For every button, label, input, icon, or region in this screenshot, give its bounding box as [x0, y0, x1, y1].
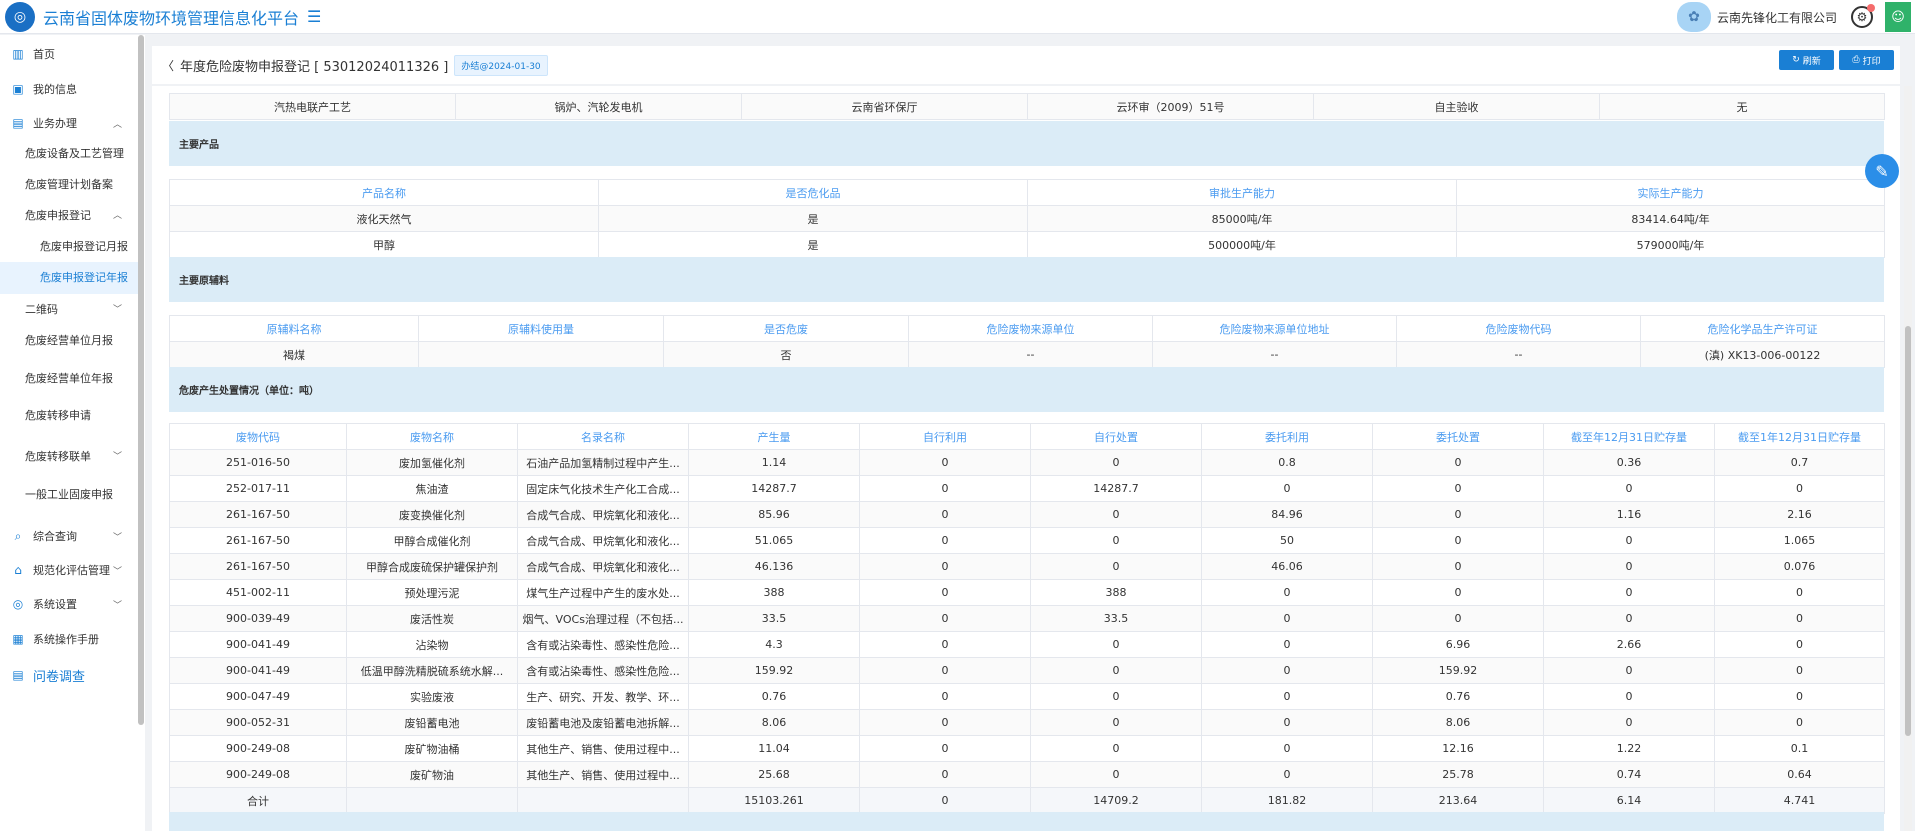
id-card-icon: ▣	[12, 82, 24, 96]
platform-logo: ◎	[5, 1, 35, 32]
home-icon: ⌂	[14, 563, 22, 577]
sidebar-item-monthly[interactable]: 危废申报登记月报	[0, 236, 138, 258]
table-row: 汽热电联产工艺 锅炉、汽轮发电机 云南省环保厅 云环审（2009）51号 自主验…	[169, 93, 1885, 120]
sidebar-item-assessment[interactable]: ⌂ 规范化评估管理 ﹀	[0, 559, 138, 581]
chevron-down-icon: ﹀	[112, 532, 122, 543]
sidebar-item-annual[interactable]: 危废申报登记年报	[0, 262, 138, 294]
chart-icon: ▥	[12, 47, 24, 61]
sidebar-item-query[interactable]: ⌕ 综合查询 ﹀	[0, 525, 138, 547]
avatar[interactable]: ☺	[1885, 2, 1911, 32]
back-arrow-icon[interactable]: 〈	[162, 57, 174, 74]
sidebar-item-equipment[interactable]: 危废设备及工艺管理	[0, 143, 138, 165]
page-header: 〈 年度危险废物申报登记 [ 53012024011326 ] 办结@2024-…	[152, 46, 1900, 84]
sidebar-scrollbar[interactable]	[138, 35, 144, 725]
main-scrollbar[interactable]	[1904, 86, 1912, 831]
table-row: 甲醇 是 500000吨/年 579000吨/年	[169, 231, 1885, 258]
scrollbar-thumb[interactable]	[1905, 326, 1911, 736]
process-table: 汽热电联产工艺 锅炉、汽轮发电机 云南省环保厅 云环审（2009）51号 自主验…	[169, 93, 1885, 120]
search-doc-icon: ⌕	[14, 528, 22, 543]
sidebar-item-operator-annual[interactable]: 危废经营单位年报	[0, 368, 138, 390]
table-row: 900-041-49 低温甲醇洗精脱硫系统水解... 含有或沾染毒性、感染性危险..…	[169, 657, 1885, 684]
refresh-icon: ↻	[1792, 55, 1800, 65]
table-row: 900-039-49 废活性炭 烟气、VOCs治理过程（不包括... 33.5 0 33.…	[169, 605, 1885, 632]
chevron-up-icon: ︿	[112, 119, 122, 130]
table-row: 900-047-49 实验废液 生产、研究、开发、教学、环... 0.76 0 0 0 0.7…	[169, 683, 1885, 710]
printer-icon: ⎙	[1852, 55, 1860, 65]
table-row: 900-249-08 废矿物油 其他生产、销售、使用过程中... 25.68 0 0 0 25…	[169, 761, 1885, 788]
materials-table: 原辅料名称 原辅料使用量 是否危废 危险废物来源单位 危险废物来源单位地址 危险…	[169, 315, 1885, 368]
sidebar-item-plan[interactable]: 危废管理计划备案	[0, 174, 138, 196]
table-row: 261-167-50 甲醇合成催化剂 合成气合成、甲烷氧化和液化... 51.065 0…	[169, 527, 1885, 554]
app-title: 云南省固体废物环境管理信息化平台	[43, 8, 300, 28]
table-row: 251-016-50 废加氢催化剂 石油产品加氢精制过程中产生... 1.14 0 0 0.…	[169, 449, 1885, 476]
manual-icon: ▦	[12, 632, 24, 646]
sidebar-item-transfer-apply[interactable]: 危废转移申请	[0, 405, 138, 427]
chevron-down-icon: ﹀	[112, 452, 122, 462]
menu-toggle-icon[interactable]: ☰	[307, 7, 321, 26]
document-icon: ▤	[12, 116, 24, 130]
chevron-up-icon: ︿	[112, 211, 122, 221]
gear-icon[interactable]: ⚙	[1851, 4, 1875, 28]
table-row: 900-249-08 废矿物油桶 其他生产、销售、使用过程中... 11.04 0 0 0 1…	[169, 735, 1885, 762]
section-products: 主要产品	[169, 121, 1884, 166]
table-row: 液化天然气 是 85000吨/年 83414.64吨/年	[169, 205, 1885, 232]
sidebar-item-settings[interactable]: ◎ 系统设置 ﹀	[0, 593, 138, 615]
table-row: 900-041-49 沾染物 含有或沾染毒性、感染性危险... 4.3 0 0 0 6.96 2…	[169, 631, 1885, 658]
refresh-button[interactable]: ↻ 刷新	[1779, 50, 1834, 70]
section-next	[169, 812, 1884, 831]
target-icon: ◎	[12, 597, 24, 611]
sidebar-item-my-info[interactable]: ▣ 我的信息	[0, 78, 138, 100]
table-row: 261-167-50 甲醇合成废硫保护罐保护剂 合成气合成、甲烷氧化和液化... 46…	[169, 553, 1885, 580]
sidebar-item-manual[interactable]: ▦ 系统操作手册	[0, 628, 138, 650]
table-header-row: 产品名称 是否危化品 审批生产能力 实际生产能力	[169, 179, 1885, 206]
sidebar: ▥ 首页 ▣ 我的信息 ▤ 业务办理 ︿ 危废设备及工艺管理 危废管理计划备案 危废申…	[0, 35, 145, 831]
mascot-icon: ✿	[1676, 2, 1711, 32]
top-bar: ◎ 云南省固体废物环境管理信息化平台 ☰ ✿ 云南先锋化工有限公司 ⚙ ☺	[0, 0, 1915, 34]
sidebar-item-home[interactable]: ▥ 首页	[0, 43, 138, 65]
table-row: 900-052-31 废铅蓄电池 废铅蓄电池及废铅蓄电池拆解... 8.06 0 0 0 8.…	[169, 709, 1885, 736]
table-row: 褐煤 否 -- -- -- (滇) XK13-006-00122	[169, 341, 1885, 368]
sidebar-item-qrcode[interactable]: 二维码 ﹀	[0, 299, 138, 321]
print-button[interactable]: ⎙ 打印	[1839, 50, 1894, 70]
chevron-down-icon: ﹀	[112, 566, 122, 577]
chevron-down-icon: ﹀	[112, 600, 122, 611]
sidebar-item-business[interactable]: ▤ 业务办理 ︿	[0, 112, 138, 134]
sidebar-item-transfer-manifest[interactable]: 危废转移联单 ﹀	[0, 446, 138, 468]
sidebar-item-operator-monthly[interactable]: 危废经营单位月报	[0, 330, 138, 352]
section-waste: 危废产生处置情况（单位：吨）	[169, 367, 1884, 412]
main-content: 汽热电联产工艺 锅炉、汽轮发电机 云南省环保厅 云环审（2009）51号 自主验…	[152, 86, 1900, 831]
sidebar-item-survey[interactable]: ▤ 问卷调查	[0, 662, 138, 688]
table-header-row: 原辅料名称 原辅料使用量 是否危废 危险废物来源单位 危险废物来源单位地址 危险…	[169, 315, 1885, 342]
section-materials: 主要原辅料	[169, 257, 1884, 302]
products-table: 产品名称 是否危化品 审批生产能力 实际生产能力 液化天然气 是 85000吨/…	[169, 179, 1885, 258]
table-row: 451-002-11 预处理污泥 煤气生产过程中产生的废水处... 388 0 388 0 0…	[169, 579, 1885, 606]
waste-table: 废物代码 废物名称 名录名称 产生量 自行利用 自行处置 委托利用 委托处置 截至年12月31日…	[169, 423, 1885, 814]
sidebar-item-declaration[interactable]: 危废申报登记 ︿	[0, 205, 138, 227]
table-row: 261-167-50 废变换催化剂 合成气合成、甲烷氧化和液化... 85.96 0 0 8…	[169, 501, 1885, 528]
table-header-row: 废物代码 废物名称 名录名称 产生量 自行利用 自行处置 委托利用 委托处置 截至年12月31日…	[169, 423, 1885, 450]
table-total-row: 合计 15103.261 0 14709.2 181.82 213.64 6.14 4.741	[169, 787, 1885, 814]
chevron-down-icon: ﹀	[112, 305, 122, 315]
status-badge: 办结@2024-01-30	[454, 54, 548, 76]
edit-pen-icon[interactable]: ✎	[1865, 154, 1899, 188]
page-title: 年度危险废物申报登记 [ 53012024011326 ]	[180, 59, 449, 75]
sidebar-item-general-waste[interactable]: 一般工业固废申报	[0, 484, 138, 506]
survey-icon: ▤	[12, 668, 24, 682]
table-row: 252-017-11 焦油渣 固定床气化技术生产化工合成... 14287.7 0 142…	[169, 475, 1885, 502]
company-name: 云南先锋化工有限公司	[1716, 10, 1837, 25]
